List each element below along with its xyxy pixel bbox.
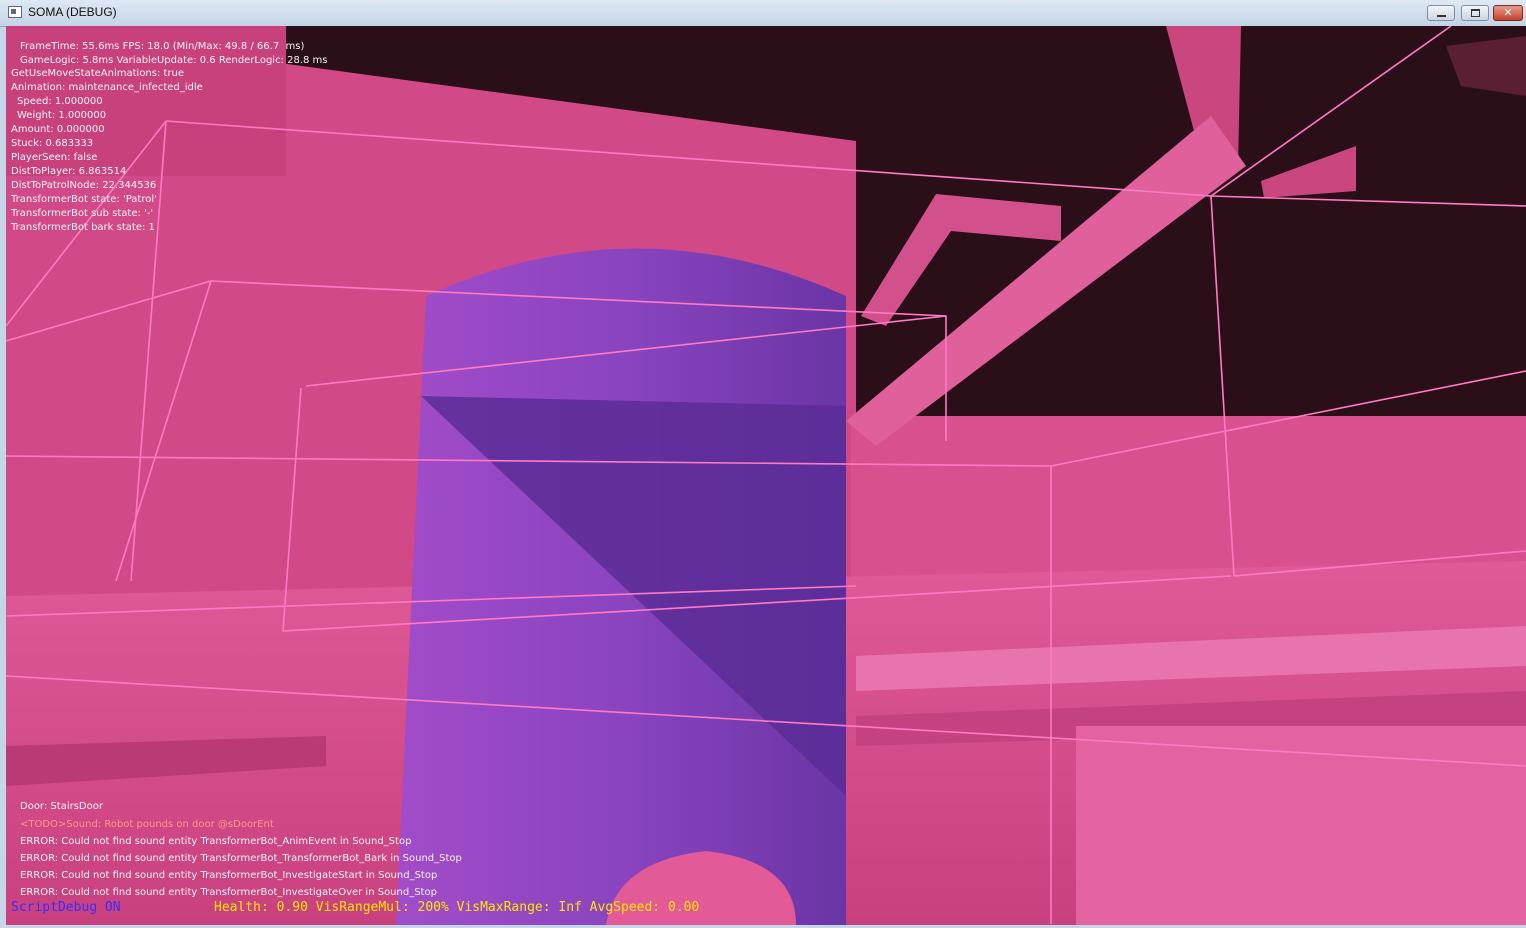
debug-stat-line: PlayerSeen: false: [11, 152, 98, 163]
debug-stat-line: Speed: 1.000000: [17, 96, 103, 107]
close-button[interactable]: ✕: [1493, 5, 1523, 21]
health-status-line: Health: 0.90 VisRangeMul: 200% VisMaxRan…: [214, 900, 700, 915]
script-debug-status: ScriptDebug ON: [11, 900, 121, 915]
app-icon[interactable]: [8, 6, 22, 18]
log-line-error: ERROR: Could not find sound entity Trans…: [20, 853, 462, 864]
log-line-error: ERROR: Could not find sound entity Trans…: [20, 870, 438, 881]
maximize-button[interactable]: [1461, 5, 1489, 21]
debug-stat-line: DistToPatrolNode: 22.344536: [11, 180, 157, 191]
log-line-error: ERROR: Could not find sound entity Trans…: [20, 836, 412, 847]
debug-stat-line: TransformerBot state: 'Patrol': [11, 194, 157, 205]
debug-stat-line: GetUseMoveStateAnimations: true: [11, 68, 185, 79]
debug-stat-line: Amount: 0.000000: [11, 124, 105, 135]
debug-stat-line: Weight: 1.000000: [17, 110, 107, 121]
debug-stat-line: DistToPlayer: 6.863514: [11, 166, 127, 177]
log-line: Door: StairsDoor: [20, 801, 103, 812]
close-icon: ✕: [1503, 6, 1513, 19]
debug-stat-line: TransformerBot bark state: 1: [11, 222, 155, 233]
debug-stat-line: Animation: maintenance_infected_idle: [11, 82, 203, 93]
minimize-icon: [1437, 15, 1446, 17]
window-title: SOMA (DEBUG): [28, 5, 117, 19]
log-line-todo: <TODO>Sound: Robot pounds on door @sDoor…: [20, 819, 274, 830]
title-bar[interactable]: SOMA (DEBUG) ✕: [0, 0, 1526, 27]
debug-overlay: FrameTime: 55.6ms FPS: 18.0 (Min/Max: 49…: [6, 26, 1526, 925]
minimize-button[interactable]: [1427, 5, 1455, 21]
log-line-error: ERROR: Could not find sound entity Trans…: [20, 887, 437, 898]
maximize-icon: [1471, 9, 1480, 17]
game-viewport[interactable]: FrameTime: 55.6ms FPS: 18.0 (Min/Max: 49…: [6, 26, 1526, 925]
game-window: SOMA (DEBUG) ✕ FrameTime: 55.6ms FPS: 18…: [0, 0, 1526, 928]
debug-stat-line: GameLogic: 5.8ms VariableUpdate: 0.6 Ren…: [20, 55, 328, 66]
debug-stat-line: TransformerBot sub state: '-': [11, 208, 154, 219]
debug-stat-line: Stuck: 0.683333: [11, 138, 94, 149]
debug-stat-line: FrameTime: 55.6ms FPS: 18.0 (Min/Max: 49…: [20, 41, 305, 52]
